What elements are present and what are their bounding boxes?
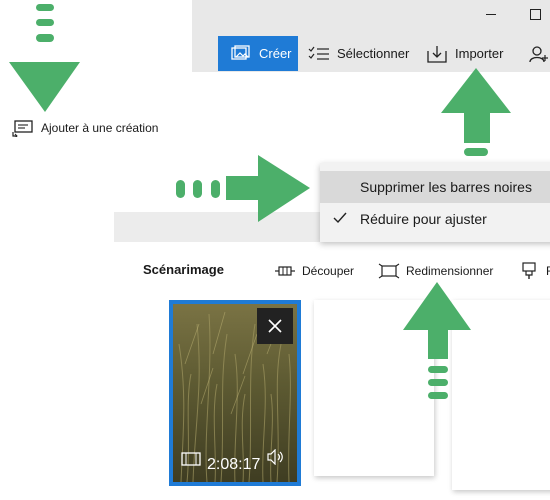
up-arrow-head <box>441 68 511 113</box>
import-icon <box>426 44 448 64</box>
check-icon <box>320 211 360 227</box>
add-user-button[interactable] <box>528 36 550 71</box>
import-label: Importer <box>455 46 504 61</box>
create-label: Créer <box>259 46 292 61</box>
add-creation-icon <box>12 119 34 139</box>
storyboard-title: Scénarimage <box>143 262 224 277</box>
filter-icon <box>518 262 540 280</box>
filters-button[interactable]: F <box>518 262 550 280</box>
resize-label: Redimensionner <box>406 264 494 278</box>
add-to-creation-button[interactable]: Ajouter à une création <box>12 119 159 139</box>
arrow-shaft <box>464 113 490 143</box>
audio-icon[interactable] <box>267 448 285 470</box>
arrow-dash <box>36 19 54 26</box>
resize-options-menu: Supprimer les barres noires Réduire pour… <box>320 163 550 242</box>
maximize-icon <box>529 8 541 20</box>
import-button[interactable]: Importer <box>426 36 503 71</box>
storyboard-clip-empty[interactable] <box>314 300 434 476</box>
menu-item-shrink-to-fit[interactable]: Réduire pour ajuster <box>320 203 550 235</box>
menu-item-label: Supprimer les barres noires <box>360 179 532 195</box>
maximize-button[interactable] <box>526 6 544 22</box>
down-arrow-head <box>9 62 80 112</box>
cut-label: Découper <box>302 264 355 278</box>
close-icon <box>268 319 282 333</box>
add-user-icon <box>528 44 550 64</box>
arrow-dash <box>36 34 54 42</box>
resize-icon <box>378 262 400 280</box>
film-icon <box>181 452 201 471</box>
select-button[interactable]: Sélectionner <box>308 36 409 71</box>
cut-icon <box>274 262 296 280</box>
create-button[interactable]: Créer <box>218 36 298 71</box>
arrow-shaft <box>226 176 258 200</box>
add-to-creation-label: Ajouter à une création <box>41 121 159 135</box>
cut-button[interactable]: Découper <box>274 262 354 280</box>
arrow-dash <box>464 148 488 156</box>
storyboard-clip-empty[interactable] <box>452 300 550 490</box>
storyboard-clip-selected[interactable]: 2:08:17 <box>169 300 301 486</box>
arrow-dash <box>36 4 54 11</box>
arrow-dash <box>211 180 220 198</box>
create-icon <box>230 44 252 64</box>
clip-duration: 2:08:17 <box>207 456 261 473</box>
filter-label: F <box>546 264 550 278</box>
menu-item-label: Réduire pour ajuster <box>360 211 487 227</box>
minimize-icon <box>486 13 496 15</box>
resize-button[interactable]: Redimensionner <box>378 262 493 280</box>
minimize-button[interactable] <box>482 6 500 22</box>
arrow-dash <box>193 180 202 198</box>
select-label: Sélectionner <box>337 46 410 61</box>
arrow-dash <box>176 180 185 198</box>
menu-item-remove-black-bars[interactable]: Supprimer les barres noires <box>320 171 550 203</box>
select-list-icon <box>308 44 330 64</box>
remove-clip-button[interactable] <box>257 308 293 344</box>
